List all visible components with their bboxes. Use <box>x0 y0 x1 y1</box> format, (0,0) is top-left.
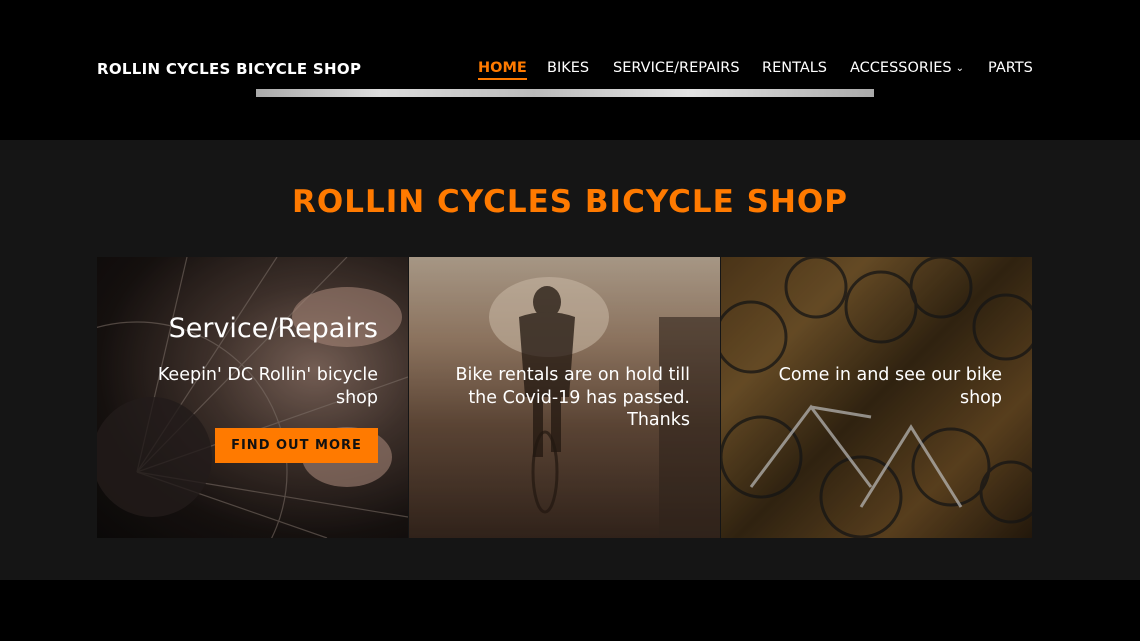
section-title: ROLLIN CYCLES BICYCLE SHOP <box>292 184 848 220</box>
main-nav: HOME BIKES SERVICE/REPAIRS RENTALS ACCES… <box>0 60 1140 82</box>
card-title: Service/Repairs <box>168 313 378 344</box>
nav-bikes[interactable]: BIKES <box>547 60 589 76</box>
card-rentals[interactable]: Bike rentals are on hold till the Covid-… <box>409 257 720 538</box>
footer-band <box>0 580 1140 641</box>
find-out-more-button[interactable]: FIND OUT MORE <box>215 428 378 463</box>
card-description: Come in and see our bike shop <box>778 365 1002 408</box>
card-bike-shop[interactable]: Come in and see our bike shop <box>721 257 1032 538</box>
card-description: Keepin' DC Rollin' bicycle shop <box>157 365 378 408</box>
chevron-down-icon: ⌄ <box>955 63 965 74</box>
nav-service-repairs[interactable]: SERVICE/REPAIRS <box>613 60 740 76</box>
featured-section: ROLLIN CYCLES BICYCLE SHOP Service/Repai… <box>0 140 1140 580</box>
card-service-repairs[interactable]: Service/Repairs Keepin' DC Rollin' bicyc… <box>97 257 408 538</box>
nav-parts[interactable]: PARTS <box>988 60 1033 76</box>
hero-image-strip <box>256 89 874 97</box>
nav-rentals[interactable]: RENTALS <box>762 60 827 76</box>
site-header: ROLLIN CYCLES BICYCLE SHOP HOME BIKES SE… <box>0 0 1140 140</box>
nav-accessories[interactable]: ACCESSORIES ⌄ <box>850 60 964 76</box>
card-description: Bike rentals are on hold till the Covid-… <box>455 365 690 430</box>
nav-home[interactable]: HOME <box>478 60 527 80</box>
nav-accessories-label: ACCESSORIES <box>850 60 952 76</box>
